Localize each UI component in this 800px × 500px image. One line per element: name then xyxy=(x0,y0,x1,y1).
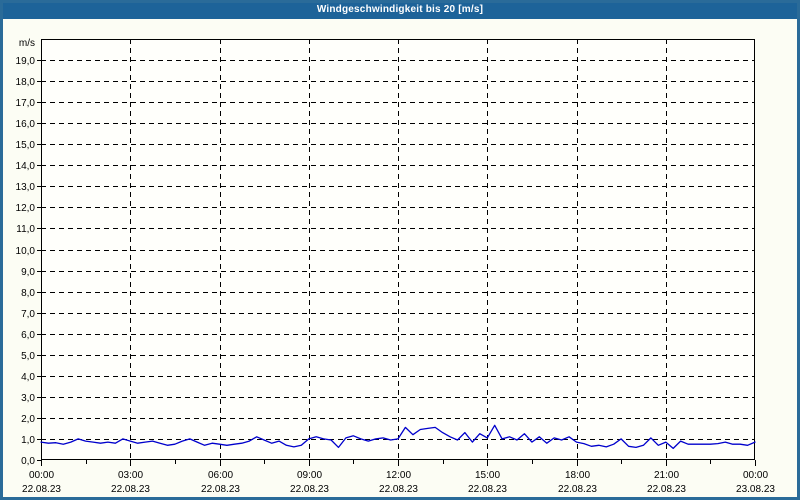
y-tick-label: 17,0 xyxy=(16,98,36,109)
y-tick-label: 15,0 xyxy=(16,140,36,151)
y-tick-label: 4,0 xyxy=(21,372,35,383)
x-tick-time-label: 00:00 xyxy=(29,470,54,481)
y-tick-label: 2,0 xyxy=(21,414,35,425)
x-tick-time-label: 06:00 xyxy=(208,470,233,481)
x-tick-date-label: 22.08.23 xyxy=(201,484,240,495)
x-tick-date-label: 22.08.23 xyxy=(379,484,418,495)
x-tick-time-label: 09:00 xyxy=(297,470,322,481)
y-axis-unit-label: m/s xyxy=(19,38,35,49)
y-tick-label: 11,0 xyxy=(16,224,35,235)
y-tick-label: 5,0 xyxy=(21,351,35,362)
x-tick-time-label: 00:00 xyxy=(743,470,768,481)
x-tick-time-label: 03:00 xyxy=(118,470,143,481)
x-tick-date-label: 22.08.23 xyxy=(468,484,507,495)
x-tick-time-label: 12:00 xyxy=(386,470,411,481)
y-tick-label: 3,0 xyxy=(21,393,35,404)
y-tick-label: 7,0 xyxy=(21,309,35,320)
chart-title: Windgeschwindigkeit bis 20 [m/s] xyxy=(316,4,484,15)
x-tick-date-label: 22.08.23 xyxy=(647,484,686,495)
wind-speed-chart: 0,0 1,0 2,0 3,0 4,0 5,0 6,0 7,0 8,0 9,0 10,0 11,0 12… xyxy=(16,38,776,495)
y-tick-label: 14,0 xyxy=(16,161,36,172)
x-tick-date-label: 22.08.23 xyxy=(290,484,329,495)
y-tick-label: 9,0 xyxy=(21,267,35,278)
chart-window: Windgeschwindigkeit bis 20 [m/s] 0,0 1,0 2… xyxy=(0,0,800,500)
y-tick-label: 0,0 xyxy=(21,456,35,467)
title-bar: Windgeschwindigkeit bis 20 [m/s] xyxy=(0,0,800,19)
y-tick-label: 13,0 xyxy=(16,182,36,193)
y-tick-label: 6,0 xyxy=(21,330,35,341)
x-tick-time-label: 15:00 xyxy=(475,470,500,481)
y-tick-label: 18,0 xyxy=(16,77,36,88)
x-tick-date-label: 22.08.23 xyxy=(558,484,597,495)
x-tick-time-label: 18:00 xyxy=(565,470,590,481)
x-tick-time-label: 21:00 xyxy=(654,470,679,481)
y-tick-label: 12,0 xyxy=(16,203,36,214)
x-axis-ticks: 00:00 22.08.23 03:00 22.08.23 06:00 22.08.23 0… xyxy=(22,460,775,495)
y-tick-label: 19,0 xyxy=(16,56,36,67)
x-tick-date-label: 22.08.23 xyxy=(111,484,150,495)
y-tick-label: 8,0 xyxy=(21,288,35,299)
x-tick-date-label: 23.08.23 xyxy=(736,484,775,495)
y-tick-label: 16,0 xyxy=(16,119,36,130)
x-tick-date-label: 22.08.23 xyxy=(22,484,61,495)
y-tick-label: 10,0 xyxy=(16,246,36,257)
y-tick-label: 1,0 xyxy=(21,435,35,446)
